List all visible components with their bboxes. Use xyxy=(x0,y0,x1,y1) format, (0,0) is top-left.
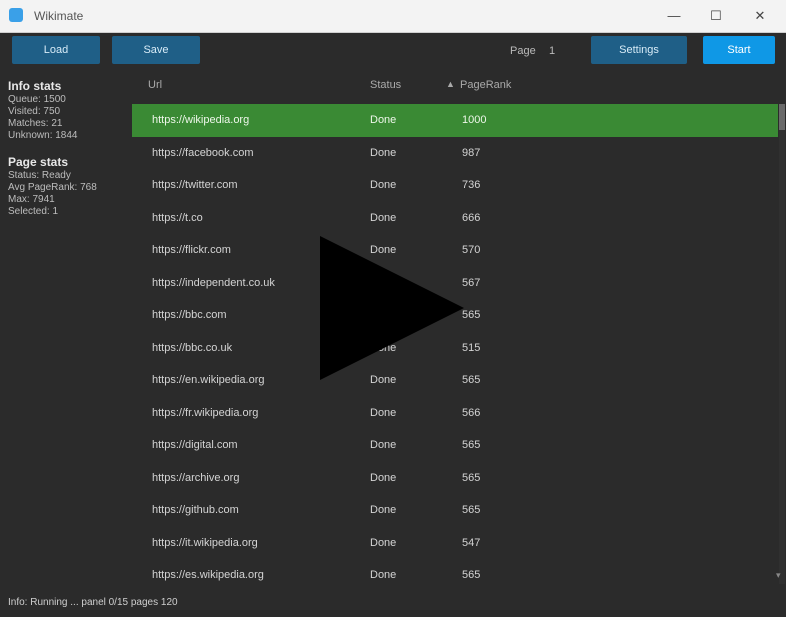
title-bar: Wikimate — ☐ ✕ xyxy=(0,0,786,33)
pagerank-cell: 987 xyxy=(462,146,481,159)
url-cell: https://fr.wikipedia.org xyxy=(152,406,259,419)
settings-button[interactable]: Settings xyxy=(591,36,687,64)
window-title: Wikimate xyxy=(34,9,84,23)
pagerank-cell: 565 xyxy=(462,471,481,484)
info-stat-line: Unknown: 1844 xyxy=(8,130,78,141)
status-cell: Done xyxy=(370,146,397,159)
status-cell: Done xyxy=(370,569,397,581)
url-cell: https://facebook.com xyxy=(152,146,254,159)
minimize-button[interactable]: — xyxy=(654,4,694,28)
vertical-scrollbar[interactable] xyxy=(779,104,785,584)
pagerank-cell: 666 xyxy=(462,211,481,224)
stats-panel: Info stats Queue: 1500 Visited: 750 Matc… xyxy=(8,80,132,218)
pagerank-cell: 1000 xyxy=(462,114,487,126)
page-selector[interactable]: 1 xyxy=(549,45,555,57)
page-label: Page xyxy=(510,45,536,57)
pagerank-cell: 570 xyxy=(462,244,481,256)
table-row[interactable]: https://es.wikipedia.org Done 565 xyxy=(132,559,778,592)
url-cell: https://independent.co.uk xyxy=(152,276,275,289)
url-cell: https://en.wikipedia.org xyxy=(152,374,265,386)
toolbar: Load Save Page 1 Settings Start xyxy=(0,33,786,69)
url-cell: https://archive.org xyxy=(152,471,240,484)
url-cell: https://es.wikipedia.org xyxy=(152,569,264,581)
status-bar: Info: Running ... panel 0/15 pages 120 xyxy=(0,592,786,614)
page-stats-title: Page stats xyxy=(8,155,69,169)
url-cell: https://bbc.com xyxy=(152,309,227,321)
page-stat-line: Max: 7941 xyxy=(8,194,55,205)
status-cell: Done xyxy=(370,114,397,126)
status-cell: Done xyxy=(370,536,397,549)
page-stat-line: Status: Ready xyxy=(8,170,71,181)
column-header-status[interactable]: Status xyxy=(370,79,401,91)
save-button[interactable]: Save xyxy=(112,36,200,64)
table-header: Url Status ▲ PageRank xyxy=(136,74,776,96)
column-header-pagerank[interactable]: PageRank xyxy=(460,79,511,91)
pagerank-cell: 515 xyxy=(462,341,481,354)
url-cell: https://it.wikipedia.org xyxy=(152,536,258,549)
info-stat-line: Matches: 21 xyxy=(8,118,63,129)
pagerank-cell: 736 xyxy=(462,179,481,191)
start-button[interactable]: Start xyxy=(703,36,775,64)
table-row[interactable]: https://it.wikipedia.org Done 547 xyxy=(132,527,778,560)
pagerank-cell: 565 xyxy=(462,439,481,451)
status-cell: Done xyxy=(370,211,397,224)
pagerank-cell: 565 xyxy=(462,569,481,581)
page-stat-line: Avg PageRank: 768 xyxy=(8,182,97,193)
column-header-url[interactable]: Url xyxy=(148,79,162,91)
table-row[interactable]: https://fr.wikipedia.org Done 566 xyxy=(132,397,778,430)
status-text: Info: Running ... panel 0/15 pages 120 xyxy=(8,597,178,608)
info-stats-title: Info stats xyxy=(8,79,62,93)
table-row[interactable]: https://wikipedia.org Done 1000 xyxy=(132,104,778,137)
url-cell: https://flickr.com xyxy=(152,244,231,256)
pagerank-cell: 565 xyxy=(462,504,481,516)
sort-arrow-icon: ▲ xyxy=(446,79,455,89)
info-stat-line: Visited: 750 xyxy=(8,106,61,117)
status-cell: Done xyxy=(370,179,397,191)
url-cell: https://t.co xyxy=(152,211,203,224)
url-cell: https://digital.com xyxy=(152,439,238,451)
scrollbar-thumb[interactable] xyxy=(779,104,785,130)
load-button[interactable]: Load xyxy=(12,36,100,64)
status-cell: Done xyxy=(370,406,397,419)
pagerank-cell: 567 xyxy=(462,276,481,289)
status-cell: Done xyxy=(370,439,397,451)
table-row[interactable]: https://t.co Done 666 xyxy=(132,202,778,235)
table-row[interactable]: https://twitter.com Done 736 xyxy=(132,169,778,202)
pagerank-cell: 565 xyxy=(462,374,481,386)
url-cell: https://wikipedia.org xyxy=(152,114,250,126)
table-row[interactable]: https://digital.com Done 565 xyxy=(132,429,778,462)
pagerank-cell: 547 xyxy=(462,536,481,549)
pagerank-cell: 565 xyxy=(462,309,481,321)
maximize-button[interactable]: ☐ xyxy=(696,4,736,28)
table-row[interactable]: https://archive.org Done 565 xyxy=(132,462,778,495)
url-cell: https://bbc.co.uk xyxy=(152,341,233,354)
table-row[interactable]: https://facebook.com Done 987 xyxy=(132,137,778,170)
pagerank-cell: 566 xyxy=(462,406,481,419)
close-button[interactable]: ✕ xyxy=(740,4,780,28)
url-cell: https://github.com xyxy=(152,504,239,516)
status-cell: Done xyxy=(370,471,397,484)
page-stat-line: Selected: 1 xyxy=(8,206,59,217)
app-icon xyxy=(9,8,23,22)
status-cell: Done xyxy=(370,504,397,516)
table-row[interactable]: https://github.com Done 565 xyxy=(132,494,778,527)
scroll-down-icon[interactable]: ▾ xyxy=(776,570,786,582)
play-icon[interactable] xyxy=(320,236,464,380)
info-stat-line: Queue: 1500 xyxy=(8,94,66,105)
url-cell: https://twitter.com xyxy=(152,179,238,191)
